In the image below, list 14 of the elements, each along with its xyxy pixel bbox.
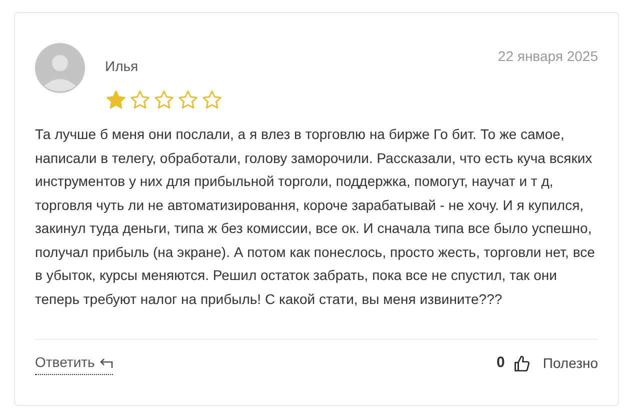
empty-star-icon [177,89,199,111]
empty-star-icon [129,89,151,111]
empty-star-icon [153,89,175,111]
like-count: 0 [496,353,505,374]
filled-star-icon [105,89,127,111]
empty-star-icon [201,89,223,111]
helpful-label: Полезно [542,354,598,373]
thumbs-up-icon[interactable] [512,354,531,372]
review-text: Та лучше б меня они послали, а я влез в торговлю на бирже Го бит. То же самое, написали в телегу, обработали, голову заморочили. Рассказали, что есть куча всяких инструментов у них для прибыльной торголи, поддержка, помогут, научат и т д, торговля чуть ли не автоматизировання, короче зарабатывай - не хочу. И я купился, закинул туда деньги, типа ж без комиссии, все ок. И сначала типа все было успешно, получал прибыль (на экране). А потом как понеслось, просто жесть, торговли нет, все в убыток, курсы меняются. Решил остаток забрать, пока все не спустил, так они теперь требуют налог на прибыль! С какой стати, вы меня извините??? [35,125,596,309]
author-name: Илья [105,57,140,76]
avatar-icon [35,43,85,93]
review-date: 22 января 2025 [498,47,598,66]
reply-link[interactable]: Ответить [35,352,113,375]
reply-arrow-icon [98,356,113,368]
